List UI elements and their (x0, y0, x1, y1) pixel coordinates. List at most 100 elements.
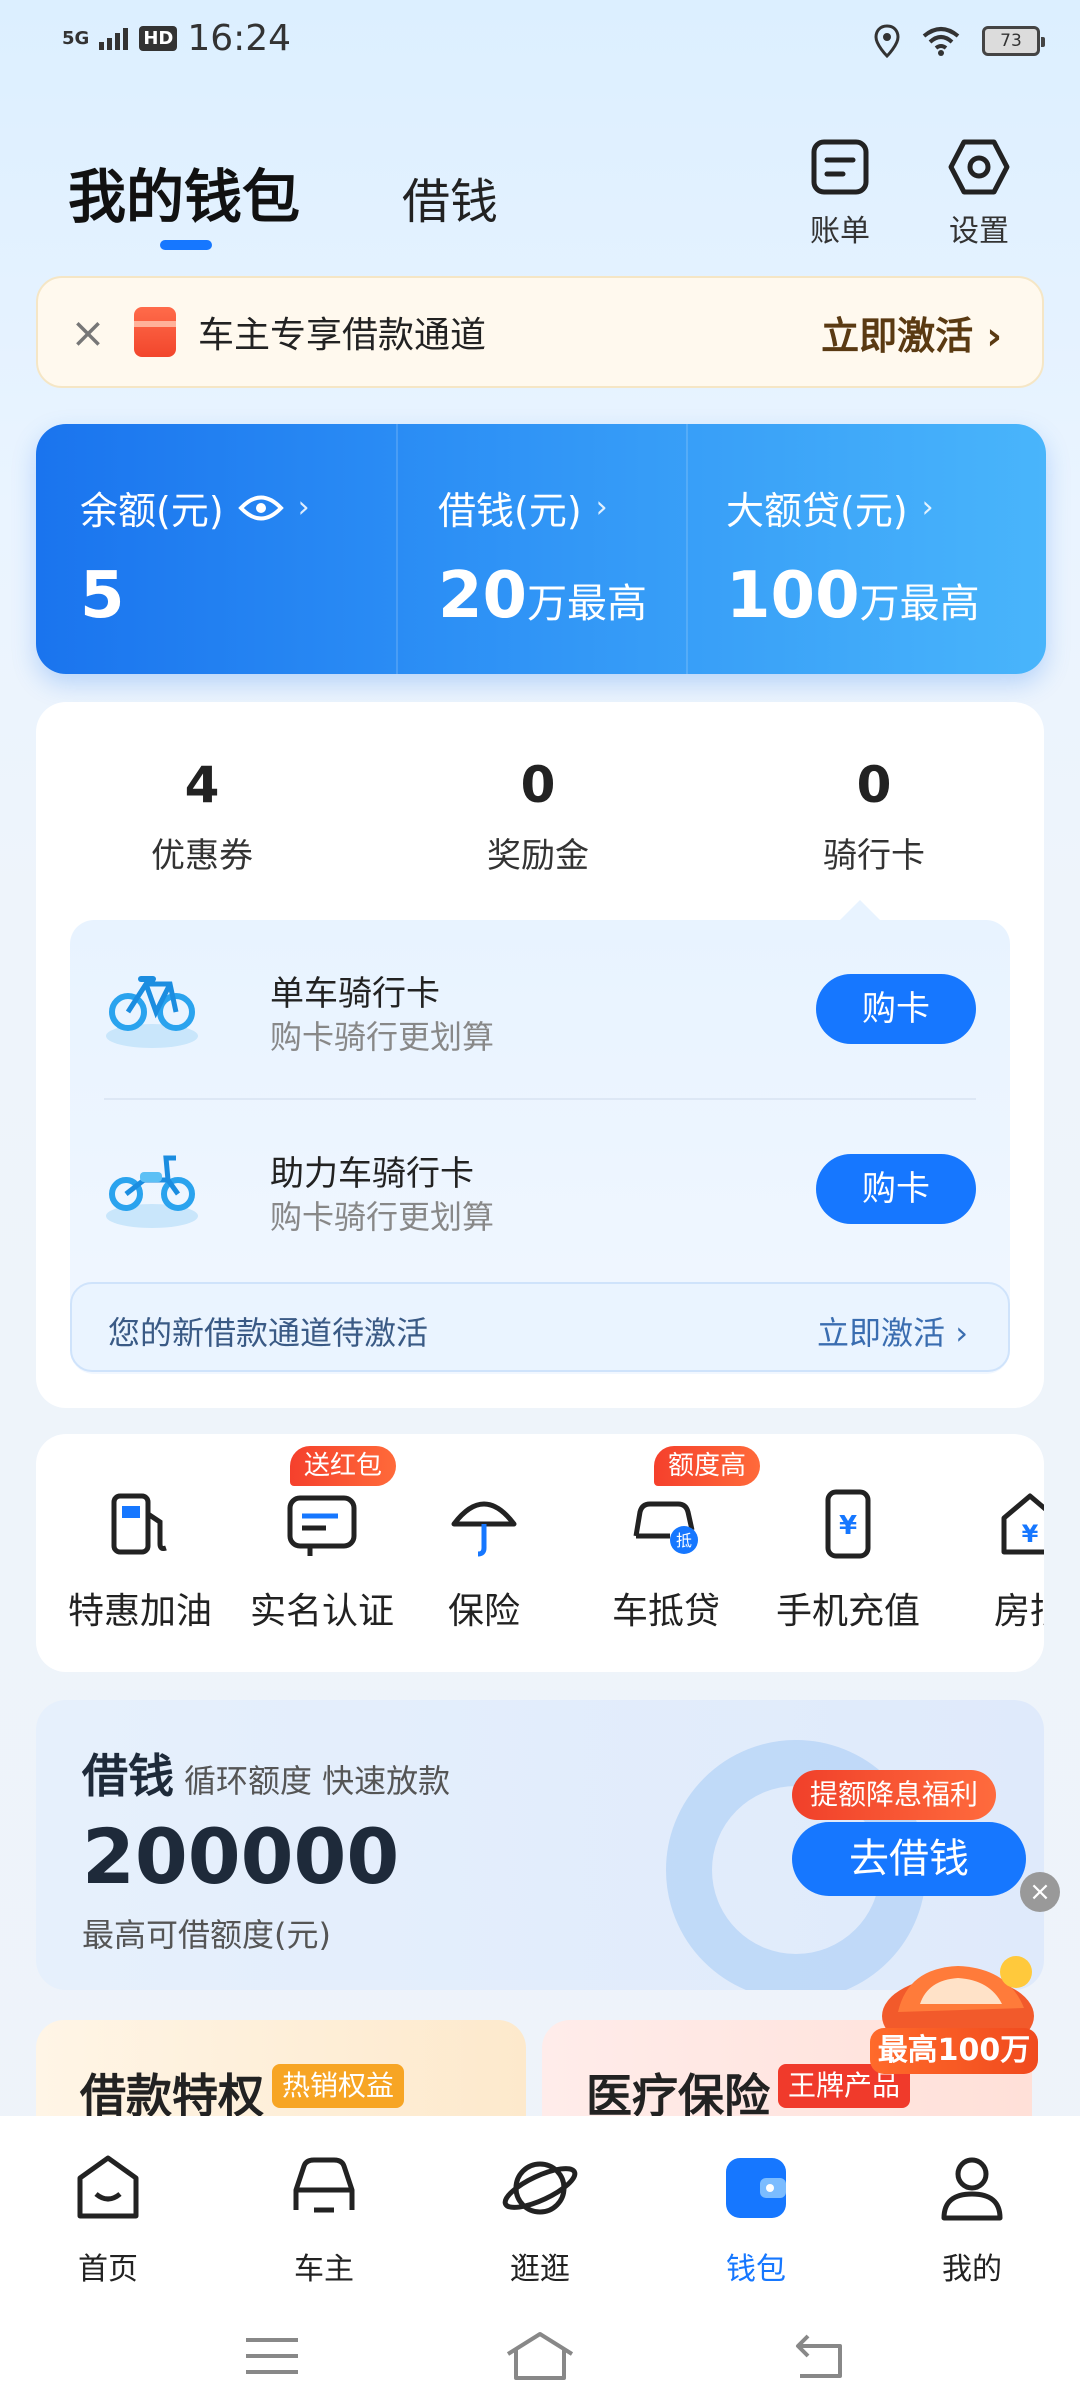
services-row: 特惠加油 实名认证 送红包 保险 抵 车抵贷 额度高 ¥ 手机充值 ¥ 房 (36, 1434, 1044, 1672)
buy-card-button[interactable]: 购卡 (816, 974, 976, 1044)
active-tab-indicator (160, 240, 212, 250)
bill-button[interactable]: 账单 (810, 138, 870, 250)
svg-text:¥: ¥ (839, 1511, 857, 1541)
buy-card-button[interactable]: 购卡 (816, 1154, 976, 1224)
ride-card-stat[interactable]: 0 骑行卡 (774, 756, 974, 877)
system-nav-bar (0, 2306, 1080, 2408)
bill-label: 账单 (810, 214, 870, 249)
bottom-nav: 首页 车主 逛逛 钱包 我的 (0, 2116, 1080, 2306)
phone-topup-icon: ¥ (825, 1489, 871, 1559)
chevron-right-icon: › (297, 490, 310, 525)
float-ad-text[interactable]: 最高100万 (870, 2028, 1038, 2074)
new-channel-activate-link[interactable]: 立即激活 › (817, 1308, 968, 1354)
balance-value: 5 (80, 559, 125, 633)
settings-label: 设置 (949, 214, 1009, 249)
borrow-tags: 循环额度 快速放款 (184, 1762, 451, 1800)
status-left: 5G HD 16:24 (62, 18, 291, 59)
service-label: 车抵贷 (611, 1591, 720, 1632)
battery-icon: 73 (982, 26, 1045, 56)
planet-icon (502, 2161, 578, 2215)
tab-borrow[interactable]: 借钱 (402, 162, 498, 232)
balance-divider (686, 424, 688, 674)
large-loan-column[interactable]: 大额贷(元) › 100万最高 (726, 480, 980, 633)
fuel-pump-icon (111, 1493, 167, 1555)
eye-icon[interactable] (237, 493, 284, 523)
borrow-title: 借钱 (82, 1749, 174, 1803)
service-car-loan[interactable]: 抵 车抵贷 (576, 1484, 756, 1634)
nav-label: 钱包 (726, 2252, 786, 2287)
gear-icon (948, 139, 1010, 195)
close-icon[interactable]: × (68, 308, 108, 357)
service-label: 房抵 (993, 1591, 1044, 1632)
ride-card-label: 骑行卡 (823, 836, 925, 876)
bicycle-icon (106, 976, 198, 1048)
nav-profile[interactable]: 我的 (892, 2148, 1052, 2288)
service-label: 保险 (447, 1591, 520, 1632)
ebike-ride-card-row[interactable]: 助力车骑行卡 购卡骑行更划算 购卡 (70, 1100, 1010, 1276)
nav-label: 逛逛 (510, 2252, 570, 2287)
wifi-icon (922, 27, 960, 56)
large-loan-unit: 万最高 (859, 581, 980, 627)
home-nav-icon[interactable] (500, 2326, 580, 2386)
nav-label: 我的 (942, 2252, 1002, 2287)
car-owner-loan-banner[interactable]: × 车主专享借款通道 立即激活 › (36, 276, 1044, 388)
hd-icon: HD (139, 26, 178, 51)
borrow-amount: 200000 (82, 1812, 400, 1901)
large-loan-label: 大额贷(元) (726, 489, 908, 533)
borrow-promo-badge: 提额降息福利 (792, 1770, 997, 1820)
service-phone-topup[interactable]: ¥ 手机充值 (758, 1484, 938, 1634)
car-icon (293, 2157, 355, 2213)
service-badge: 额度高 (654, 1446, 761, 1486)
large-loan-value: 100 (726, 559, 860, 633)
car-loan-icon: 抵 (633, 1501, 698, 1554)
status-bar: 5G HD 16:24 73 (0, 0, 1080, 90)
balance-label: 余额(元) (80, 489, 224, 533)
stats-card: 4 优惠券 0 奖励金 0 骑行卡 单车骑行卡 购卡骑行更划算 购卡 助力车骑行… (36, 702, 1044, 1408)
coupon-stat[interactable]: 4 优惠券 (102, 756, 302, 877)
nav-browse[interactable]: 逛逛 (460, 2148, 620, 2288)
service-label: 实名认证 (249, 1591, 394, 1632)
status-right: 73 (874, 24, 1045, 58)
signal-bars-icon (99, 27, 129, 50)
service-house-loan[interactable]: ¥ 房抵 (940, 1484, 1044, 1634)
ride-card-panel: 单车骑行卡 购卡骑行更划算 购卡 助力车骑行卡 购卡骑行更划算 购卡 您的新借款… (70, 900, 1010, 1374)
home-icon (77, 2155, 139, 2219)
settings-button[interactable]: 设置 (948, 138, 1010, 250)
reward-stat[interactable]: 0 奖励金 (438, 756, 638, 877)
banner-text: 车主专享借款通道 (198, 315, 487, 356)
profile-icon (941, 2157, 1003, 2221)
clock: 16:24 (187, 18, 292, 59)
tab-my-wallet[interactable]: 我的钱包 (68, 150, 300, 234)
red-envelope-icon (134, 307, 176, 357)
nav-label: 首页 (78, 2252, 138, 2287)
coupon-count: 4 (184, 756, 220, 814)
float-ad-close-icon[interactable]: × (1020, 1872, 1060, 1912)
service-fuel[interactable]: 特惠加油 (50, 1484, 230, 1634)
id-card-icon (287, 1495, 357, 1556)
borrow-column[interactable]: 借钱(元) › 20万最高 (438, 480, 647, 633)
nav-label: 车主 (294, 2252, 354, 2287)
bike-ride-card-row[interactable]: 单车骑行卡 购卡骑行更划算 购卡 (70, 920, 1010, 1100)
back-icon[interactable] (780, 2326, 860, 2386)
service-insurance[interactable]: 保险 (394, 1484, 574, 1634)
service-label: 特惠加油 (67, 1591, 212, 1632)
chevron-right-icon: › (595, 490, 608, 525)
go-borrow-button[interactable]: 去借钱 (792, 1822, 1026, 1896)
service-real-name[interactable]: 实名认证 (232, 1484, 412, 1634)
balance-divider (396, 424, 398, 674)
panel-notch (838, 900, 882, 922)
reward-count: 0 (520, 756, 556, 814)
service-badge: 送红包 (290, 1446, 397, 1486)
svg-text:抵: 抵 (676, 1531, 692, 1550)
wallet-icon (726, 2158, 786, 2218)
chevron-right-icon: › (921, 490, 934, 525)
banner-activate-link[interactable]: 立即激活 › (821, 305, 1002, 360)
nav-car-owner[interactable]: 车主 (244, 2148, 404, 2288)
menu-icon[interactable] (232, 2326, 312, 2386)
nav-wallet[interactable]: 钱包 (676, 2148, 836, 2288)
nav-home[interactable]: 首页 (28, 2148, 188, 2288)
new-loan-channel-bar[interactable]: 您的新借款通道待激活 立即激活 › (70, 1282, 1010, 1372)
house-loan-icon: ¥ (1001, 1493, 1044, 1555)
ride-card-subtitle: 购卡骑行更划算 (270, 1198, 495, 1236)
balance-column[interactable]: 余额(元) › 5 (80, 480, 310, 633)
